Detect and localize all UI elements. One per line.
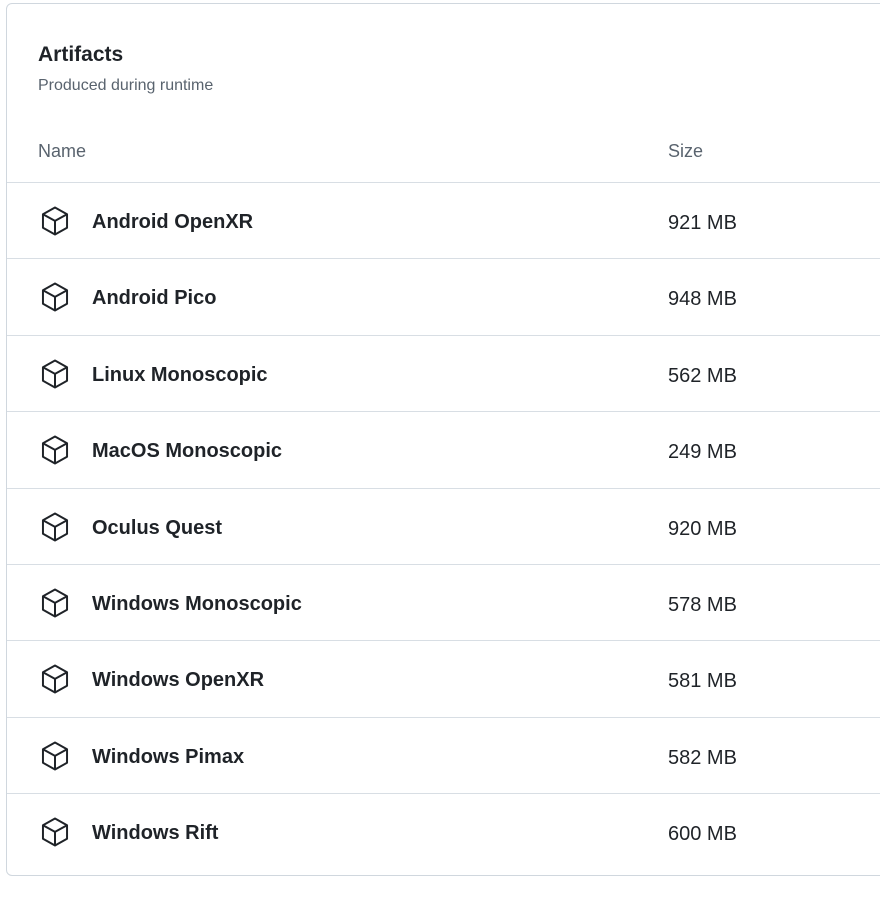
package-icon — [38, 586, 72, 620]
artifact-name-link[interactable]: Windows OpenXR — [92, 668, 264, 692]
artifact-size: 921 MB — [668, 212, 737, 234]
artifact-size: 249 MB — [668, 441, 737, 464]
artifact-row[interactable]: Windows Monoscopic 578 MB — [7, 565, 880, 642]
artifact-size: 600 MB — [668, 823, 737, 846]
artifact-name-link[interactable]: Linux Monoscopic — [92, 363, 268, 387]
card-header: Artifacts Produced during runtime — [38, 42, 213, 96]
artifacts-card: Artifacts Produced during runtime Name S… — [6, 3, 880, 876]
column-header-name: Name — [38, 141, 87, 161]
artifact-name-link[interactable]: Oculus Quest — [92, 516, 222, 540]
artifact-size: 562 MB — [668, 364, 737, 387]
artifact-row[interactable]: Oculus Quest 920 MB — [7, 489, 880, 565]
artifact-size: 948 MB — [668, 288, 737, 311]
package-icon — [38, 280, 72, 314]
column-header-size: Size — [668, 141, 704, 161]
artifact-name-link[interactable]: MacOS Monoscopic — [92, 439, 282, 463]
artifact-size: 582 MB — [668, 746, 737, 769]
artifact-name-link[interactable]: Windows Monoscopic — [92, 592, 302, 616]
package-icon — [38, 739, 72, 773]
package-icon — [38, 357, 72, 391]
artifact-list: Android OpenXR 921 MB Android Pico 948 M… — [7, 183, 880, 871]
artifact-row[interactable]: Windows OpenXR 581 MB — [7, 641, 880, 718]
package-icon — [38, 815, 72, 849]
package-icon — [38, 433, 72, 467]
artifact-row[interactable]: Android OpenXR 921 MB — [7, 183, 880, 260]
package-icon — [38, 662, 72, 696]
artifact-size: 920 MB — [668, 517, 737, 540]
artifact-row[interactable]: Windows Pimax 582 MB — [7, 718, 880, 795]
artifact-row[interactable]: MacOS Monoscopic 249 MB — [7, 412, 880, 489]
package-icon — [38, 204, 72, 238]
artifact-name-link[interactable]: Windows Rift — [92, 821, 218, 845]
artifact-name-link[interactable]: Windows Pimax — [92, 745, 244, 769]
artifact-row[interactable]: Android Pico 948 MB — [7, 259, 880, 336]
card-title: Artifacts — [38, 43, 124, 66]
package-icon — [38, 510, 72, 544]
artifact-row[interactable]: Linux Monoscopic 562 MB — [7, 336, 880, 413]
table-header: Name Size — [7, 132, 880, 183]
artifact-row[interactable]: Windows Rift 600 MB — [7, 794, 880, 870]
artifact-name-link[interactable]: Android OpenXR — [92, 210, 253, 234]
artifact-name-link[interactable]: Android Pico — [92, 286, 216, 310]
card-subtitle: Produced during runtime — [38, 77, 214, 94]
artifact-size: 581 MB — [668, 670, 737, 693]
artifact-size: 578 MB — [668, 593, 737, 616]
